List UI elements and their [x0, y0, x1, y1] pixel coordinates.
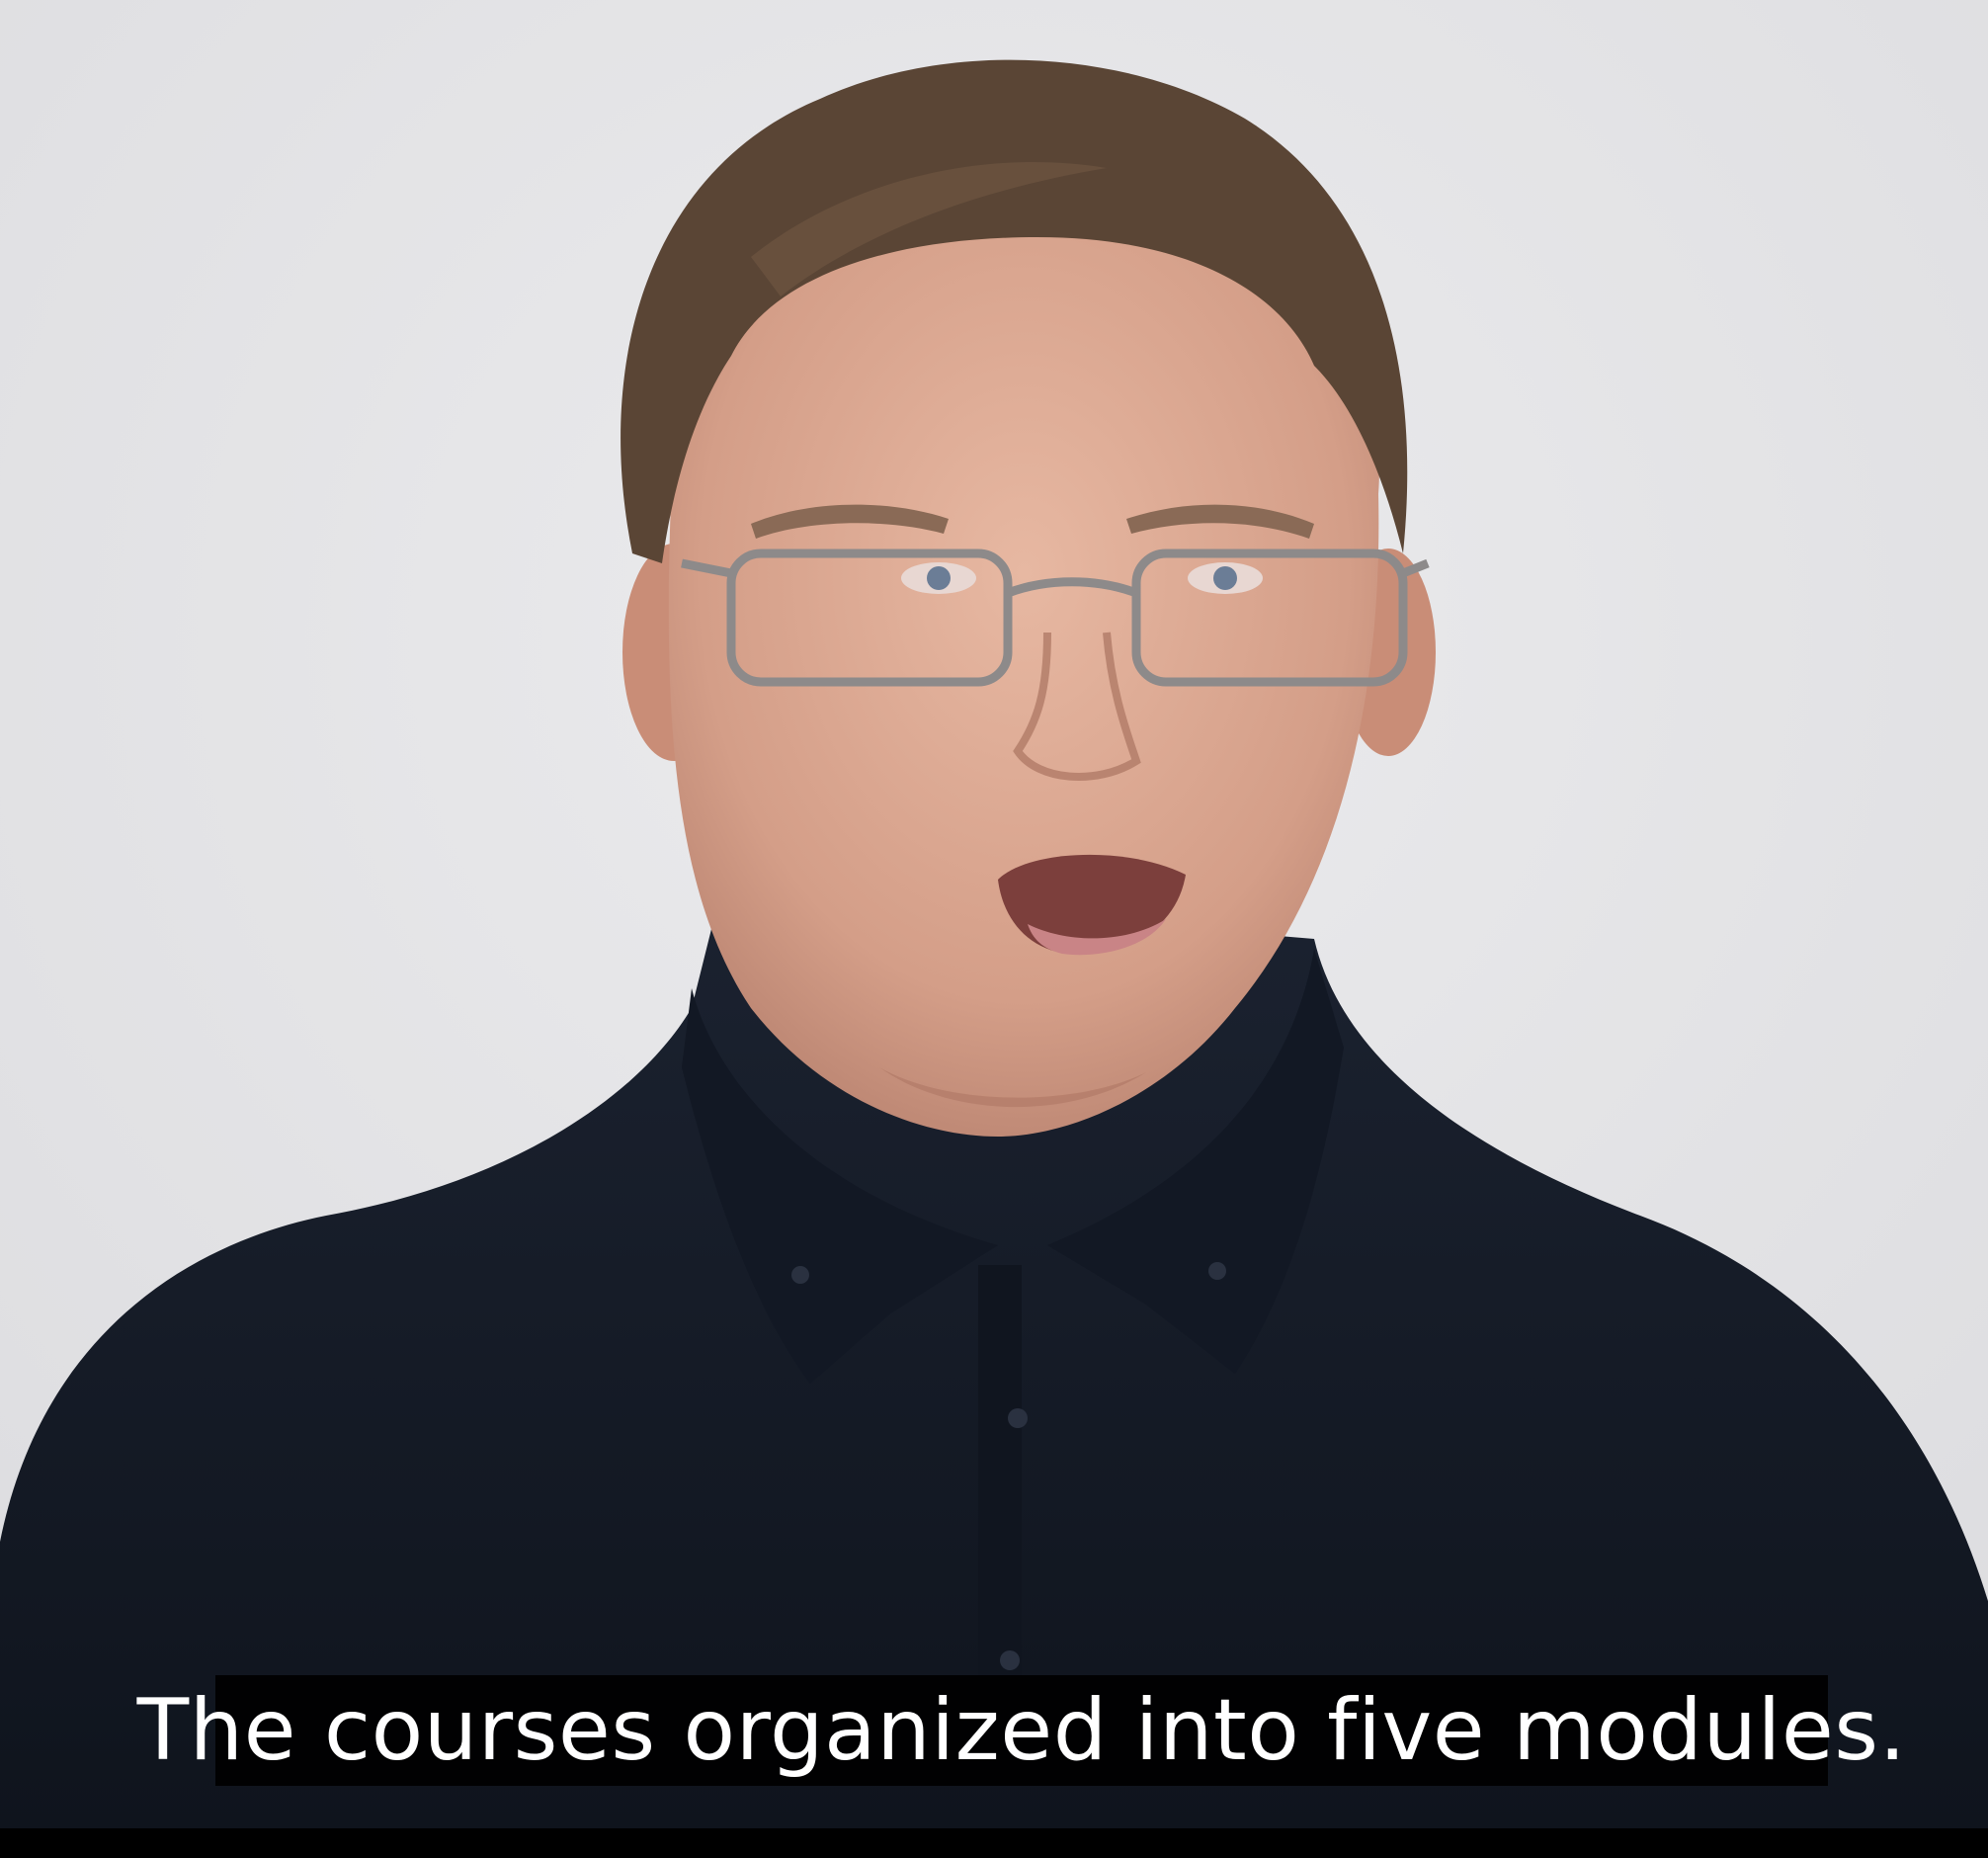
video-frame[interactable]: [0, 0, 1988, 1828]
collar-button: [791, 1266, 809, 1284]
player-bottom-band: [0, 1828, 1988, 1858]
video-player[interactable]: The courses organized into five modules.: [0, 0, 1988, 1858]
caption-overlay: The courses organized into five modules.: [137, 1675, 1906, 1786]
collar-button: [1208, 1262, 1226, 1280]
presenter-image: [0, 0, 1988, 1828]
shirt-button: [1000, 1650, 1020, 1670]
shirt-button: [1008, 1408, 1028, 1428]
placket: [978, 1265, 1022, 1700]
caption-text: The courses organized into five modules.: [136, 1681, 1907, 1780]
